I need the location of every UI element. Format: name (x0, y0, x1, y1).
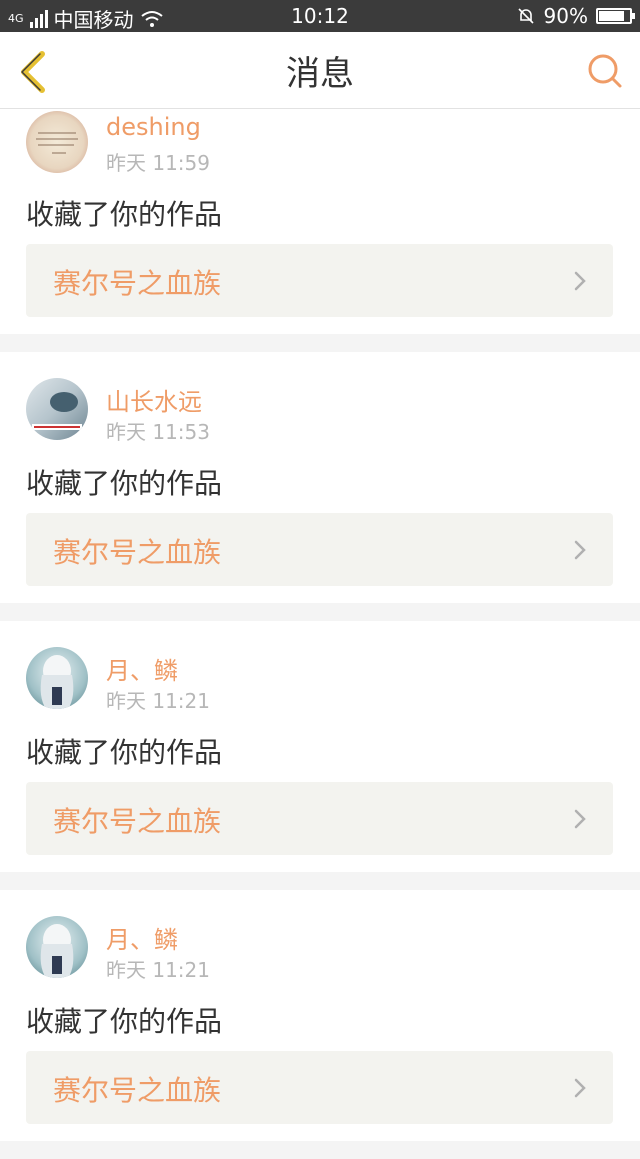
work-title: 赛尔号之血族 (53, 805, 222, 838)
action-text: 收藏了你的作品 (26, 736, 223, 769)
status-right: 90% (516, 4, 635, 28)
work-link[interactable]: 赛尔号之血族 (26, 244, 613, 317)
battery-icon (596, 8, 635, 24)
status-bar: 4G 中国移动 10:12 90% (0, 0, 640, 32)
chevron-right-icon (574, 271, 586, 291)
action-text: 收藏了你的作品 (26, 467, 223, 500)
page-title: 消息 (286, 54, 354, 94)
action-text: 收藏了你的作品 (26, 198, 223, 231)
message-card: 月、鳞 昨天 11:21 收藏了你的作品 赛尔号之血族 (0, 621, 640, 872)
username[interactable]: 月、鳞 (106, 920, 178, 955)
message-time: 昨天 11:59 (106, 151, 210, 175)
action-text: 收藏了你的作品 (26, 1005, 223, 1038)
nav-bar: 消息 (0, 32, 640, 109)
battery-percent: 90% (543, 4, 588, 28)
mute-bell-icon (517, 8, 534, 24)
message-card: 月、鳞 昨天 11:21 收藏了你的作品 赛尔号之血族 (0, 890, 640, 1141)
username[interactable]: 月、鳞 (106, 651, 178, 686)
work-link[interactable]: 赛尔号之血族 (26, 513, 613, 586)
work-title: 赛尔号之血族 (53, 267, 222, 300)
avatar[interactable] (26, 378, 88, 440)
work-title: 赛尔号之血族 (53, 536, 222, 569)
avatar[interactable] (26, 647, 88, 709)
avatar[interactable] (26, 916, 88, 978)
username[interactable]: 山长水远 (106, 382, 202, 417)
message-feed: deshing 昨天 11:59 收藏了你的作品 赛尔号之血族 山长水远 昨天 … (0, 109, 640, 1159)
work-title: 赛尔号之血族 (53, 1074, 222, 1107)
chevron-right-icon (574, 809, 586, 829)
message-card: 山长水远 昨天 11:53 收藏了你的作品 赛尔号之血族 (0, 352, 640, 603)
chevron-right-icon (574, 540, 586, 560)
username[interactable]: deshing (106, 113, 201, 141)
search-icon[interactable] (586, 52, 624, 90)
work-link[interactable]: 赛尔号之血族 (26, 1051, 613, 1124)
message-time: 昨天 11:21 (106, 958, 210, 982)
message-time: 昨天 11:53 (106, 420, 210, 444)
message-time: 昨天 11:21 (106, 689, 210, 713)
work-link[interactable]: 赛尔号之血族 (26, 782, 613, 855)
chevron-right-icon (574, 1078, 586, 1098)
message-card: deshing 昨天 11:59 收藏了你的作品 赛尔号之血族 (0, 109, 640, 334)
avatar[interactable] (26, 111, 88, 173)
